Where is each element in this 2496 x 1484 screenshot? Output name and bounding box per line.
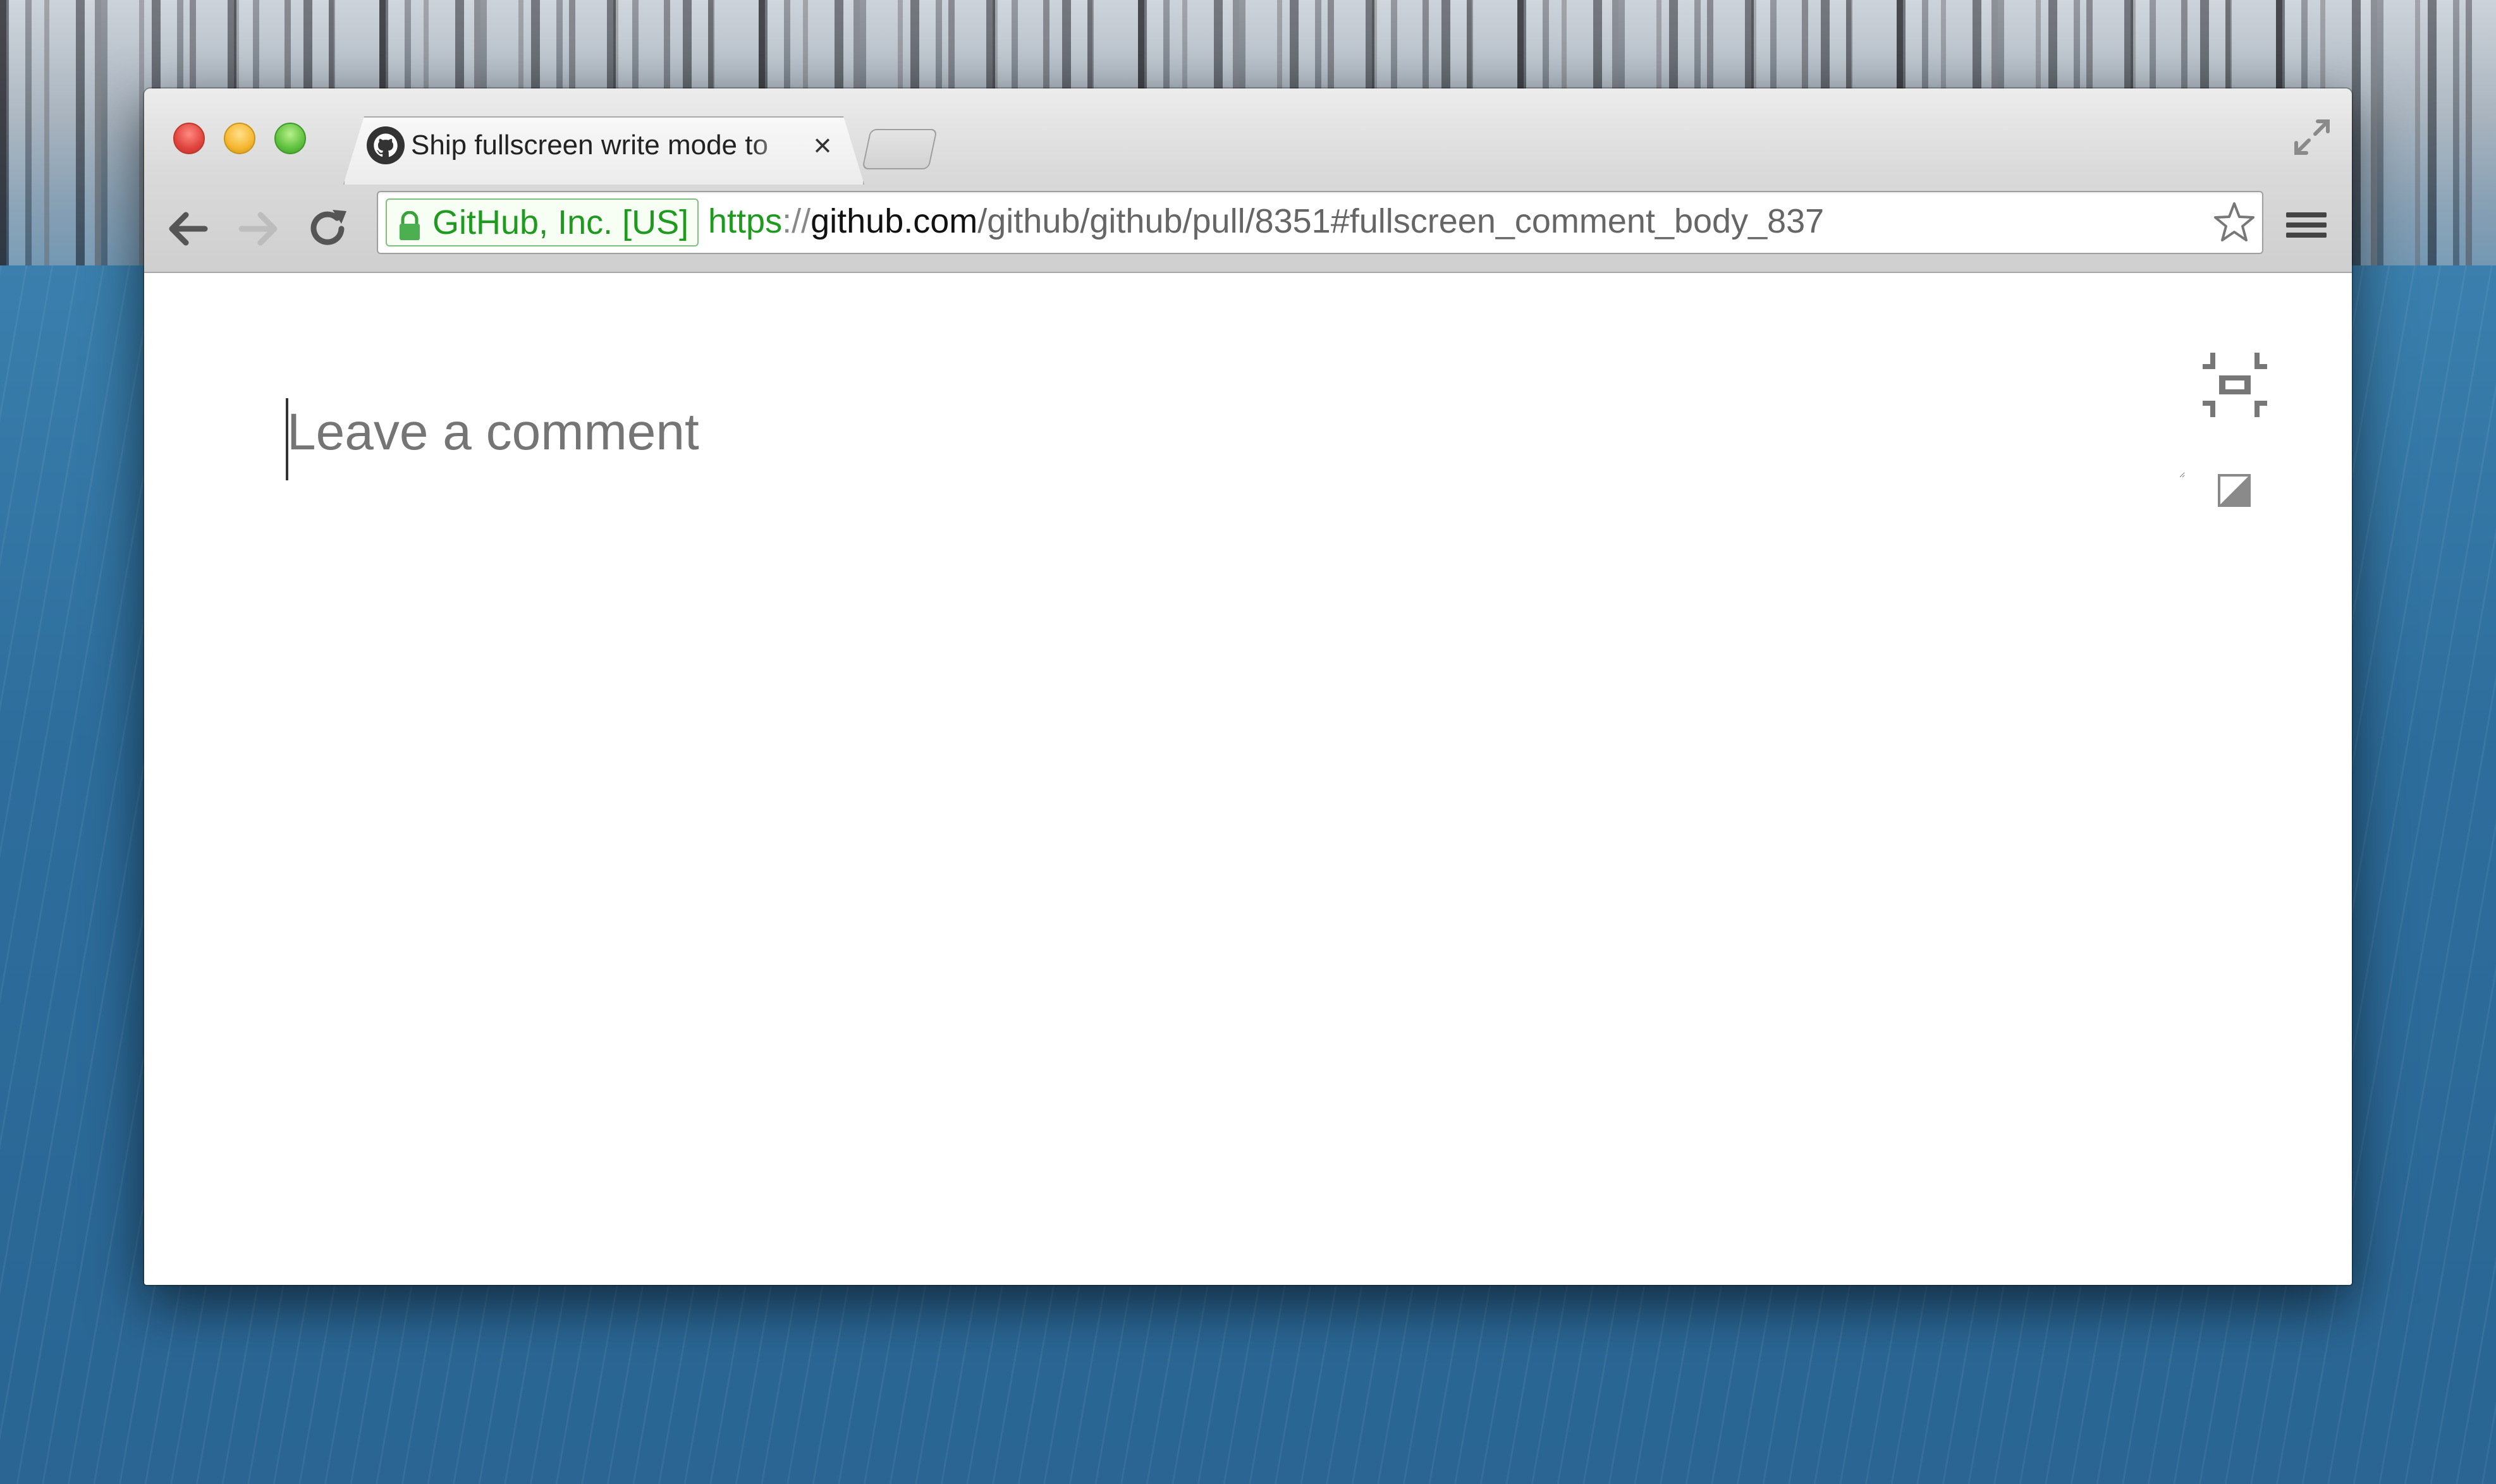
url-path: /github/github/pull/8351#fullscreen_comm… (977, 202, 1825, 240)
window-minimize-button[interactable] (224, 123, 255, 154)
address-bar[interactable]: GitHub, Inc. [US] https://github.com/git… (377, 191, 2263, 254)
new-tab-button[interactable] (862, 129, 938, 169)
page-content (144, 273, 2352, 1285)
tab-close-button[interactable]: × (807, 126, 838, 164)
hamburger-menu-icon[interactable] (2281, 200, 2332, 250)
fullscreen-toggle-icon[interactable] (2290, 115, 2334, 159)
tab-title: Ship fullscreen write mode to (411, 130, 768, 161)
exit-fullscreen-icon[interactable] (2198, 348, 2272, 422)
ev-certificate-badge[interactable]: GitHub, Inc. [US] (386, 198, 699, 246)
url-text[interactable]: https://github.com/github/github/pull/83… (708, 198, 1824, 244)
reload-icon[interactable] (302, 204, 353, 254)
github-octocat-icon (367, 126, 405, 164)
bookmark-star-icon[interactable] (2212, 200, 2257, 245)
url-separator: :// (782, 202, 811, 240)
ev-badge-label: GitHub, Inc. [US] (432, 204, 689, 241)
comment-textarea[interactable] (286, 387, 2185, 478)
browser-window: Ship fullscreen write mode to × GitHub, … (144, 88, 2352, 1285)
url-scheme: https (708, 202, 783, 240)
url-host: github.com (811, 202, 978, 240)
contrast-toggle-icon[interactable] (2217, 473, 2252, 508)
forward-arrow-icon[interactable] (233, 204, 283, 254)
browser-chrome: Ship fullscreen write mode to × GitHub, … (144, 88, 2352, 273)
window-close-button[interactable] (173, 123, 205, 154)
back-arrow-icon[interactable] (163, 204, 214, 254)
lock-icon (397, 207, 422, 240)
window-zoom-button[interactable] (274, 123, 306, 154)
